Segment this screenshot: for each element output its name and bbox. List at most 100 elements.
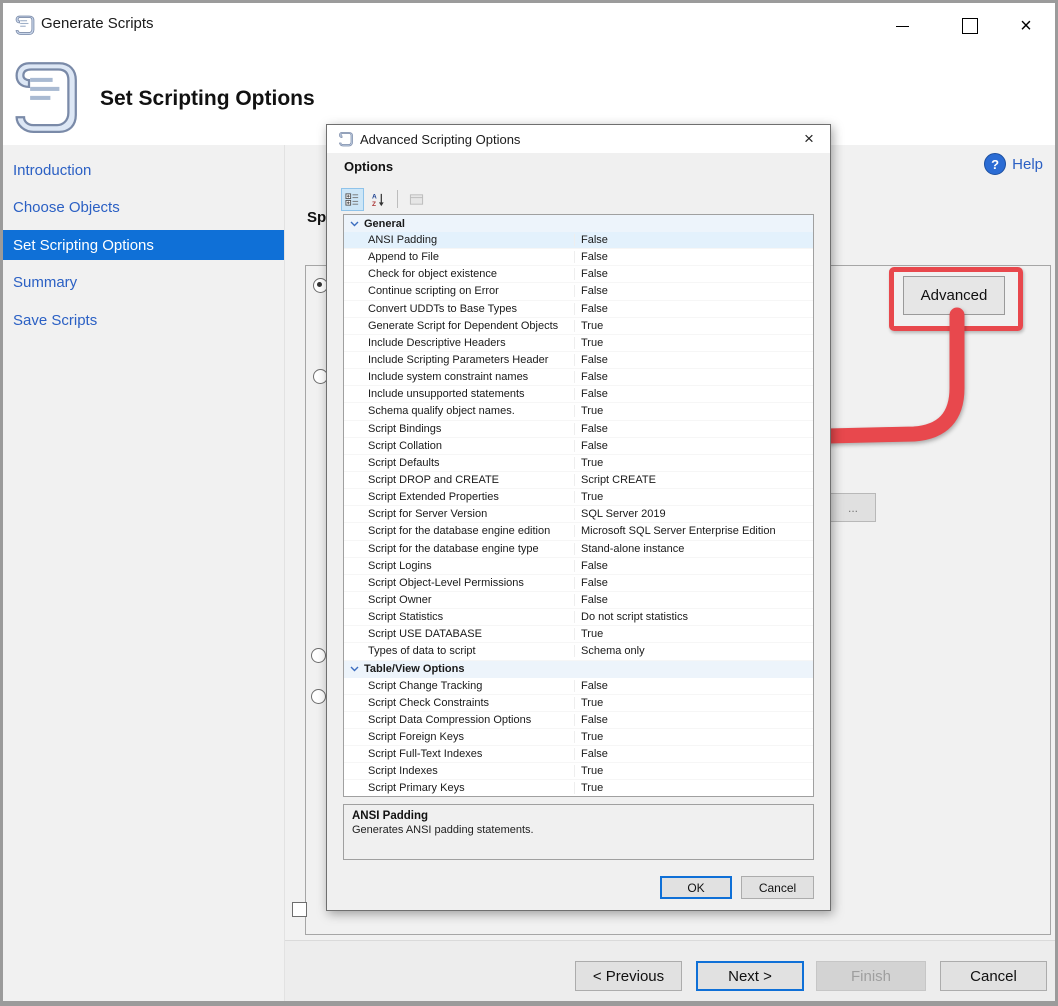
grid-row[interactable]: Append to FileFalse (344, 249, 813, 266)
grid-row[interactable]: Script CollationFalse (344, 438, 813, 455)
dialog-titlebar: Advanced Scripting Options × (327, 125, 830, 153)
property-value: True (574, 765, 813, 777)
dialog-cancel-button[interactable]: Cancel (741, 876, 814, 899)
grid-row[interactable]: Script LoginsFalse (344, 558, 813, 575)
property-name: Script for the database engine type (344, 543, 574, 555)
script-scroll-icon (14, 14, 36, 41)
sidebar-item-set-scripting-options[interactable]: Set Scripting Options (3, 230, 284, 260)
grid-row[interactable]: Script for the database engine editionMi… (344, 523, 813, 540)
grid-row[interactable]: Include system constraint namesFalse (344, 369, 813, 386)
grid-row[interactable]: Script Foreign KeysTrue (344, 729, 813, 746)
property-name: Script Check Constraints (344, 697, 574, 709)
property-name: Continue scripting on Error (344, 285, 574, 297)
grid-row[interactable]: Script IndexesTrue (344, 763, 813, 780)
property-pages-icon (409, 192, 424, 207)
grid-row[interactable]: Generate Script for Dependent ObjectsTru… (344, 318, 813, 335)
cancel-button[interactable]: Cancel (940, 961, 1047, 991)
page-title: Set Scripting Options (100, 87, 315, 111)
grid-row[interactable]: Script OwnerFalse (344, 592, 813, 609)
property-name: Script Data Compression Options (344, 714, 574, 726)
property-value: False (574, 594, 813, 606)
property-value: False (574, 440, 813, 452)
dialog-close-icon[interactable]: × (792, 125, 826, 153)
property-name: Script Object-Level Permissions (344, 577, 574, 589)
radio-save-option-3[interactable] (311, 648, 326, 663)
grid-row[interactable]: Schema qualify object names.True (344, 403, 813, 420)
property-name: Script Full-Text Indexes (344, 748, 574, 760)
grid-row[interactable]: Check for object existenceFalse (344, 266, 813, 283)
property-grid-toolbar: A Z (341, 187, 428, 211)
property-name: Script Indexes (344, 765, 574, 777)
alphabetical-sort-button[interactable]: A Z (367, 188, 390, 211)
maximize-button[interactable] (947, 11, 993, 41)
toolbar-separator (397, 190, 398, 208)
close-button[interactable]: × (1003, 11, 1049, 41)
browse-button[interactable]: ... (830, 493, 876, 522)
grid-row[interactable]: ANSI PaddingFalse (344, 232, 813, 249)
categorized-view-button[interactable] (341, 188, 364, 211)
grid-row[interactable]: Include Descriptive HeadersTrue (344, 335, 813, 352)
grid-row[interactable]: Script DROP and CREATEScript CREATE (344, 472, 813, 489)
property-name: Append to File (344, 251, 574, 263)
grid-row[interactable]: Script BindingsFalse (344, 421, 813, 438)
property-name: Script for the database engine edition (344, 525, 574, 537)
az-sort-icon: A Z (371, 192, 386, 207)
sidebar-item-introduction[interactable]: Introduction (3, 159, 284, 181)
advanced-scripting-options-dialog: Advanced Scripting Options × Options A Z (326, 124, 831, 911)
grid-row[interactable]: Script for Server VersionSQL Server 2019 (344, 506, 813, 523)
ok-button[interactable]: OK (660, 876, 732, 899)
grid-row[interactable]: Convert UDDTs to Base TypesFalse (344, 301, 813, 318)
sidebar-item-choose-objects[interactable]: Choose Objects (3, 196, 284, 218)
previous-button[interactable]: < Previous (575, 961, 682, 991)
grid-row[interactable]: Script Full-Text IndexesFalse (344, 746, 813, 763)
grid-row[interactable]: Script Check ConstraintsTrue (344, 695, 813, 712)
radio-save-option-4[interactable] (311, 689, 326, 704)
property-name: Script Defaults (344, 457, 574, 469)
help-link[interactable]: ? Help (984, 153, 1043, 175)
property-name: Check for object existence (344, 268, 574, 280)
property-name: Script Extended Properties (344, 491, 574, 503)
sidebar-item-save-scripts[interactable]: Save Scripts (3, 309, 284, 331)
grid-row[interactable]: Types of data to scriptSchema only (344, 643, 813, 660)
property-description-panel: ANSI Padding Generates ANSI padding stat… (343, 804, 814, 860)
wizard-steps-sidebar: Introduction Choose Objects Set Scripting … (3, 145, 285, 1001)
overwrite-checkbox[interactable] (292, 902, 307, 917)
grid-row[interactable]: Script StatisticsDo not script statistic… (344, 609, 813, 626)
minimize-icon (896, 26, 909, 27)
property-value: SQL Server 2019 (574, 508, 813, 520)
grid-row[interactable]: Script Primary KeysTrue (344, 780, 813, 797)
svg-text:A: A (372, 193, 377, 200)
grid-row[interactable]: Script Extended PropertiesTrue (344, 489, 813, 506)
grid-row[interactable]: Script DefaultsTrue (344, 455, 813, 472)
minimize-button[interactable] (879, 11, 925, 41)
description-title: ANSI Padding (352, 810, 805, 822)
property-value: False (574, 748, 813, 760)
dialog-scroll-icon (338, 131, 354, 152)
sidebar-item-summary[interactable]: Summary (3, 271, 284, 293)
grid-row[interactable]: Script Data Compression OptionsFalse (344, 712, 813, 729)
help-icon: ? (984, 153, 1006, 175)
help-label: Help (1012, 156, 1043, 173)
property-name: Include unsupported statements (344, 388, 574, 400)
property-value: Script CREATE (574, 474, 813, 486)
chevron-down-icon (344, 221, 364, 227)
property-value: False (574, 371, 813, 383)
specify-heading-partial: Sp (307, 209, 326, 226)
property-value: False (574, 388, 813, 400)
property-value: False (574, 560, 813, 572)
property-name: Include Scripting Parameters Header (344, 354, 574, 366)
grid-row[interactable]: Continue scripting on ErrorFalse (344, 283, 813, 300)
property-name: Types of data to script (344, 645, 574, 657)
grid-row[interactable]: Include unsupported statementsFalse (344, 386, 813, 403)
grid-category-general[interactable]: General (344, 215, 813, 232)
maximize-icon (962, 18, 978, 34)
next-button[interactable]: Next > (696, 961, 804, 991)
property-name: ANSI Padding (344, 234, 574, 246)
grid-category-table-view-options[interactable]: Table/View Options (344, 661, 813, 678)
grid-row[interactable]: Include Scripting Parameters HeaderFalse (344, 352, 813, 369)
grid-row[interactable]: Script USE DATABASETrue (344, 626, 813, 643)
grid-row[interactable]: Script for the database engine typeStand… (344, 541, 813, 558)
grid-row[interactable]: Script Change TrackingFalse (344, 678, 813, 695)
grid-row[interactable]: Script Object-Level PermissionsFalse (344, 575, 813, 592)
property-name: Script DROP and CREATE (344, 474, 574, 486)
